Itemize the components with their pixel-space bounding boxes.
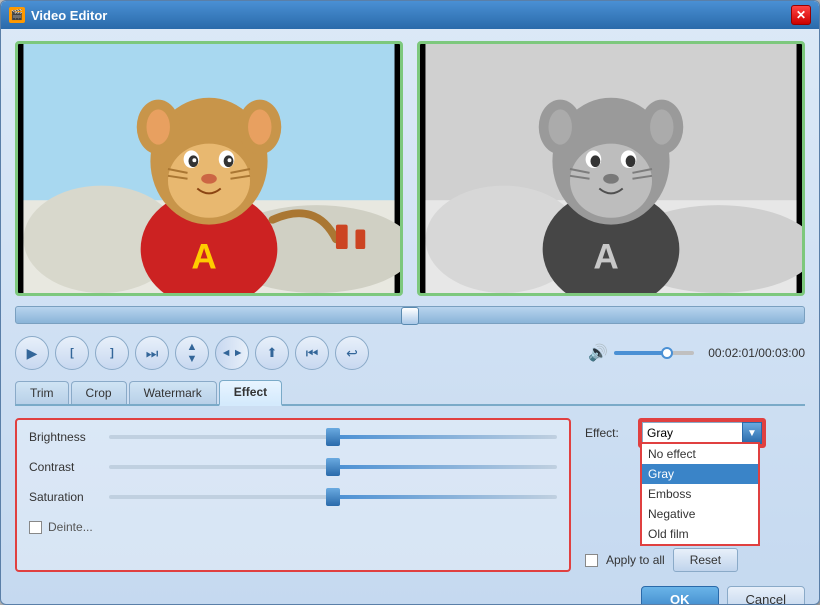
deinterlace-checkbox[interactable]	[29, 521, 42, 534]
reset-button[interactable]: Reset	[673, 548, 738, 572]
volume-slider[interactable]	[614, 351, 694, 355]
timeline-thumb[interactable]	[401, 307, 419, 325]
brightness-label: Brightness	[29, 430, 99, 444]
deinterlace-button[interactable]: ⬆	[255, 336, 289, 370]
tab-watermark[interactable]: Watermark	[129, 381, 217, 404]
tab-crop[interactable]: Crop	[71, 381, 127, 404]
next-frame-button[interactable]: ⏭	[135, 336, 169, 370]
preview-area: A	[15, 41, 805, 296]
mark-out-button[interactable]: ]	[95, 336, 129, 370]
effect-dropdown-button[interactable]: ▼	[742, 422, 762, 444]
saturation-row: Saturation	[29, 490, 557, 504]
tab-trim[interactable]: Trim	[15, 381, 69, 404]
volume-icon: 🔊	[588, 343, 608, 363]
effect-row: Effect: Gray ▼ No effect Gray Embos	[585, 418, 805, 448]
flip-vertical-button[interactable]: ▲▼	[215, 336, 249, 370]
title-bar: 🎬 Video Editor ✕	[1, 1, 819, 29]
effect-selected-value: Gray	[647, 426, 673, 440]
apply-to-all-label: Apply to all	[606, 553, 665, 567]
brightness-row: Brightness	[29, 430, 557, 444]
time-display: 00:02:01/00:03:00	[708, 346, 805, 360]
skip-to-end-button[interactable]: ⏮	[295, 336, 329, 370]
effect-dropdown-list: No effect Gray Emboss Negative Old film	[640, 442, 760, 546]
controls-row: ▶ [ ] ⏭ ▲▼ ▲▼ ⬆ ⏮ ↩ 🔊 00:02:01/00:03:00	[15, 334, 805, 372]
effect-option-old-film[interactable]: Old film	[642, 524, 758, 544]
sliders-section: Brightness Contrast Saturation	[15, 418, 571, 572]
main-content: A	[1, 29, 819, 605]
play-button[interactable]: ▶	[15, 336, 49, 370]
contrast-track[interactable]	[109, 465, 557, 469]
preview-right: A	[417, 41, 805, 296]
contrast-label: Contrast	[29, 460, 99, 474]
flip-horizontal-button[interactable]: ▲▼	[175, 336, 209, 370]
timeline[interactable]	[15, 306, 805, 324]
contrast-row: Contrast	[29, 460, 557, 474]
mark-in-button[interactable]: [	[55, 336, 89, 370]
contrast-thumb[interactable]	[326, 458, 340, 476]
apply-to-all-checkbox[interactable]	[585, 554, 598, 567]
saturation-track[interactable]	[109, 495, 557, 499]
effect-label: Effect:	[585, 426, 630, 440]
app-icon: 🎬	[9, 7, 25, 23]
cancel-button[interactable]: Cancel	[727, 586, 805, 605]
apply-row: Apply to all Reset	[585, 548, 805, 572]
ok-button[interactable]: OK	[641, 586, 719, 605]
right-section: Effect: Gray ▼ No effect Gray Embos	[585, 418, 805, 572]
effect-option-negative[interactable]: Negative	[642, 504, 758, 524]
effect-option-emboss[interactable]: Emboss	[642, 484, 758, 504]
effect-dropdown-container: Gray ▼ No effect Gray Emboss Negative Ol…	[638, 418, 766, 448]
window-title: Video Editor	[31, 8, 791, 23]
saturation-label: Saturation	[29, 490, 99, 504]
tab-effect[interactable]: Effect	[219, 380, 282, 406]
editor-panel: Brightness Contrast Saturation	[15, 418, 805, 572]
effect-option-no-effect[interactable]: No effect	[642, 444, 758, 464]
saturation-thumb[interactable]	[326, 488, 340, 506]
brightness-thumb[interactable]	[326, 428, 340, 446]
volume-thumb[interactable]	[661, 347, 673, 359]
svg-text:A: A	[191, 238, 216, 277]
effect-option-gray[interactable]: Gray	[642, 464, 758, 484]
video-editor-window: 🎬 Video Editor ✕ A	[0, 0, 820, 605]
bottom-row: OK Cancel	[15, 580, 805, 605]
undo-button[interactable]: ↩	[335, 336, 369, 370]
deinterlace-label: Deinte...	[48, 520, 93, 534]
brightness-track[interactable]	[109, 435, 557, 439]
volume-section: 🔊 00:02:01/00:03:00	[588, 343, 805, 363]
deinterlace-row: Deinte...	[29, 520, 557, 534]
preview-left: A	[15, 41, 403, 296]
tabs-row: Trim Crop Watermark Effect	[15, 380, 805, 406]
close-button[interactable]: ✕	[791, 5, 811, 25]
effect-dropdown-trigger[interactable]: Gray	[642, 422, 742, 444]
svg-text:A: A	[593, 238, 618, 277]
